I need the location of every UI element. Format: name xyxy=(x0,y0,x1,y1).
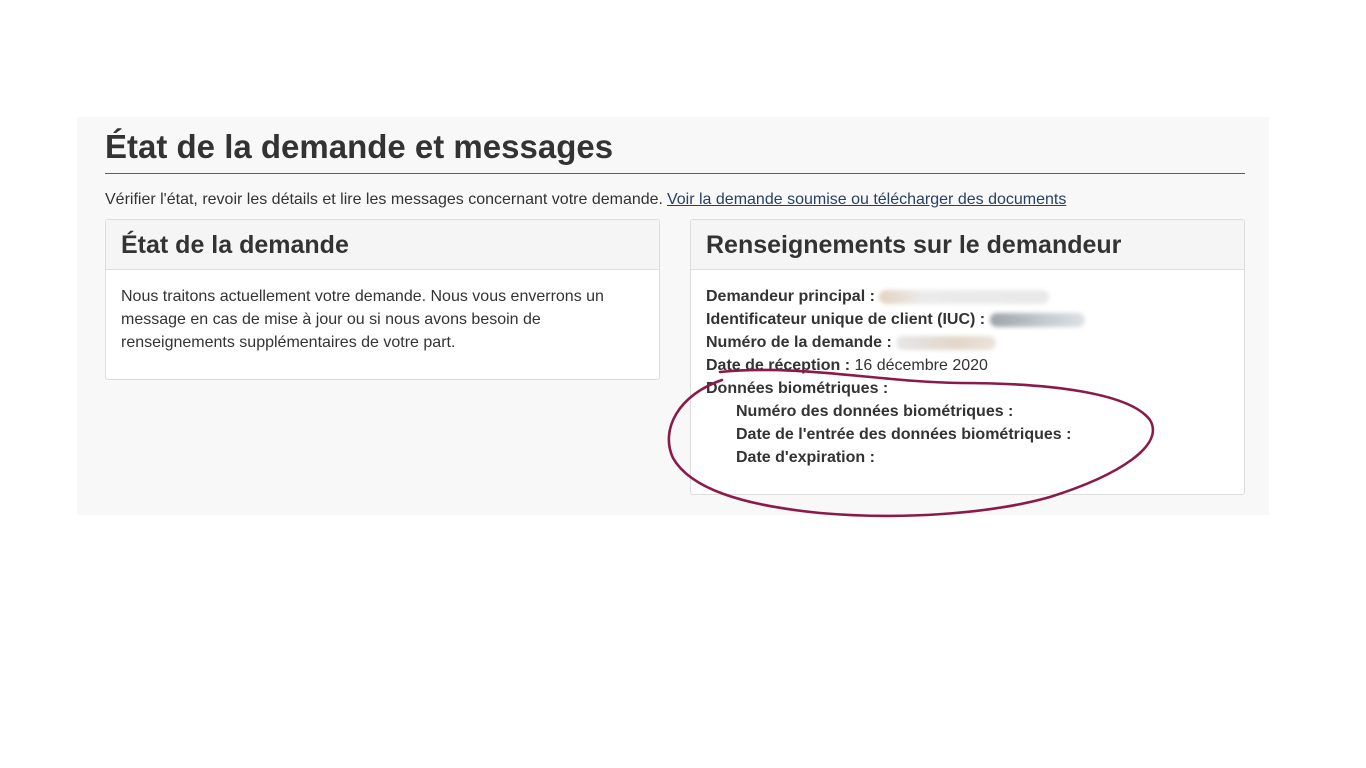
page-title: État de la demande et messages xyxy=(105,128,614,165)
expiry-date-label: Date d'expiration : xyxy=(736,449,875,466)
biometrics-entry-date-label: Date de l'entrée des données biométrique… xyxy=(736,426,1072,443)
uci-row: Identificateur unique de client (IUC) : xyxy=(706,308,1229,331)
principal-applicant-row: Demandeur principal : xyxy=(706,285,1229,308)
biometrics-row: Données biométriques : xyxy=(706,377,1229,400)
applicant-info-panel-body: Demandeur principal : Identificateur uni… xyxy=(691,270,1244,484)
intro-text: Vérifier l'état, revoir les détails et l… xyxy=(105,191,663,208)
application-status-panel-heading: État de la demande xyxy=(106,220,659,270)
application-status-panel-body: Nous traitons actuellement votre demande… xyxy=(106,270,659,369)
redacted-uci-value xyxy=(989,312,1085,327)
uci-label: Identificateur unique de client (IUC) : xyxy=(706,311,986,328)
application-number-row: Numéro de la demande : xyxy=(706,331,1229,354)
application-status-heading: État de la demande xyxy=(121,231,349,259)
application-number-label: Numéro de la demande : xyxy=(706,334,892,351)
received-date-value: 16 décembre 2020 xyxy=(854,357,988,374)
biometrics-number-row: Numéro des données biométriques : xyxy=(706,400,1229,423)
redacted-application-number-value xyxy=(896,335,997,350)
view-application-link[interactable]: Voir la demande soumise ou télécharger d… xyxy=(667,191,1066,208)
application-status-text: Nous traitons actuellement votre demande… xyxy=(121,288,604,351)
principal-applicant-label: Demandeur principal : xyxy=(706,288,875,305)
application-status-panel: État de la demande Nous traitons actuell… xyxy=(105,219,660,380)
received-date-label: Date de réception : xyxy=(706,357,851,374)
applicant-info-heading: Renseignements sur le demandeur xyxy=(706,231,1122,259)
biometrics-number-label: Numéro des données biométriques : xyxy=(736,403,1014,420)
biometrics-entry-date-row: Date de l'entrée des données biométrique… xyxy=(706,423,1229,446)
applicant-info-panel-heading: Renseignements sur le demandeur xyxy=(691,220,1244,270)
page-canvas: État de la demande et messages Vérifier … xyxy=(0,0,1366,768)
expiry-date-row: Date d'expiration : xyxy=(706,446,1229,469)
title-divider xyxy=(105,173,1245,174)
intro-paragraph: Vérifier l'état, revoir les détails et l… xyxy=(105,190,1066,210)
biometrics-label: Données biométriques : xyxy=(706,380,889,397)
redacted-principal-applicant-value xyxy=(879,289,1050,304)
received-date-row: Date de réception : 16 décembre 2020 xyxy=(706,354,1229,377)
applicant-info-panel: Renseignements sur le demandeur Demandeu… xyxy=(690,219,1245,495)
